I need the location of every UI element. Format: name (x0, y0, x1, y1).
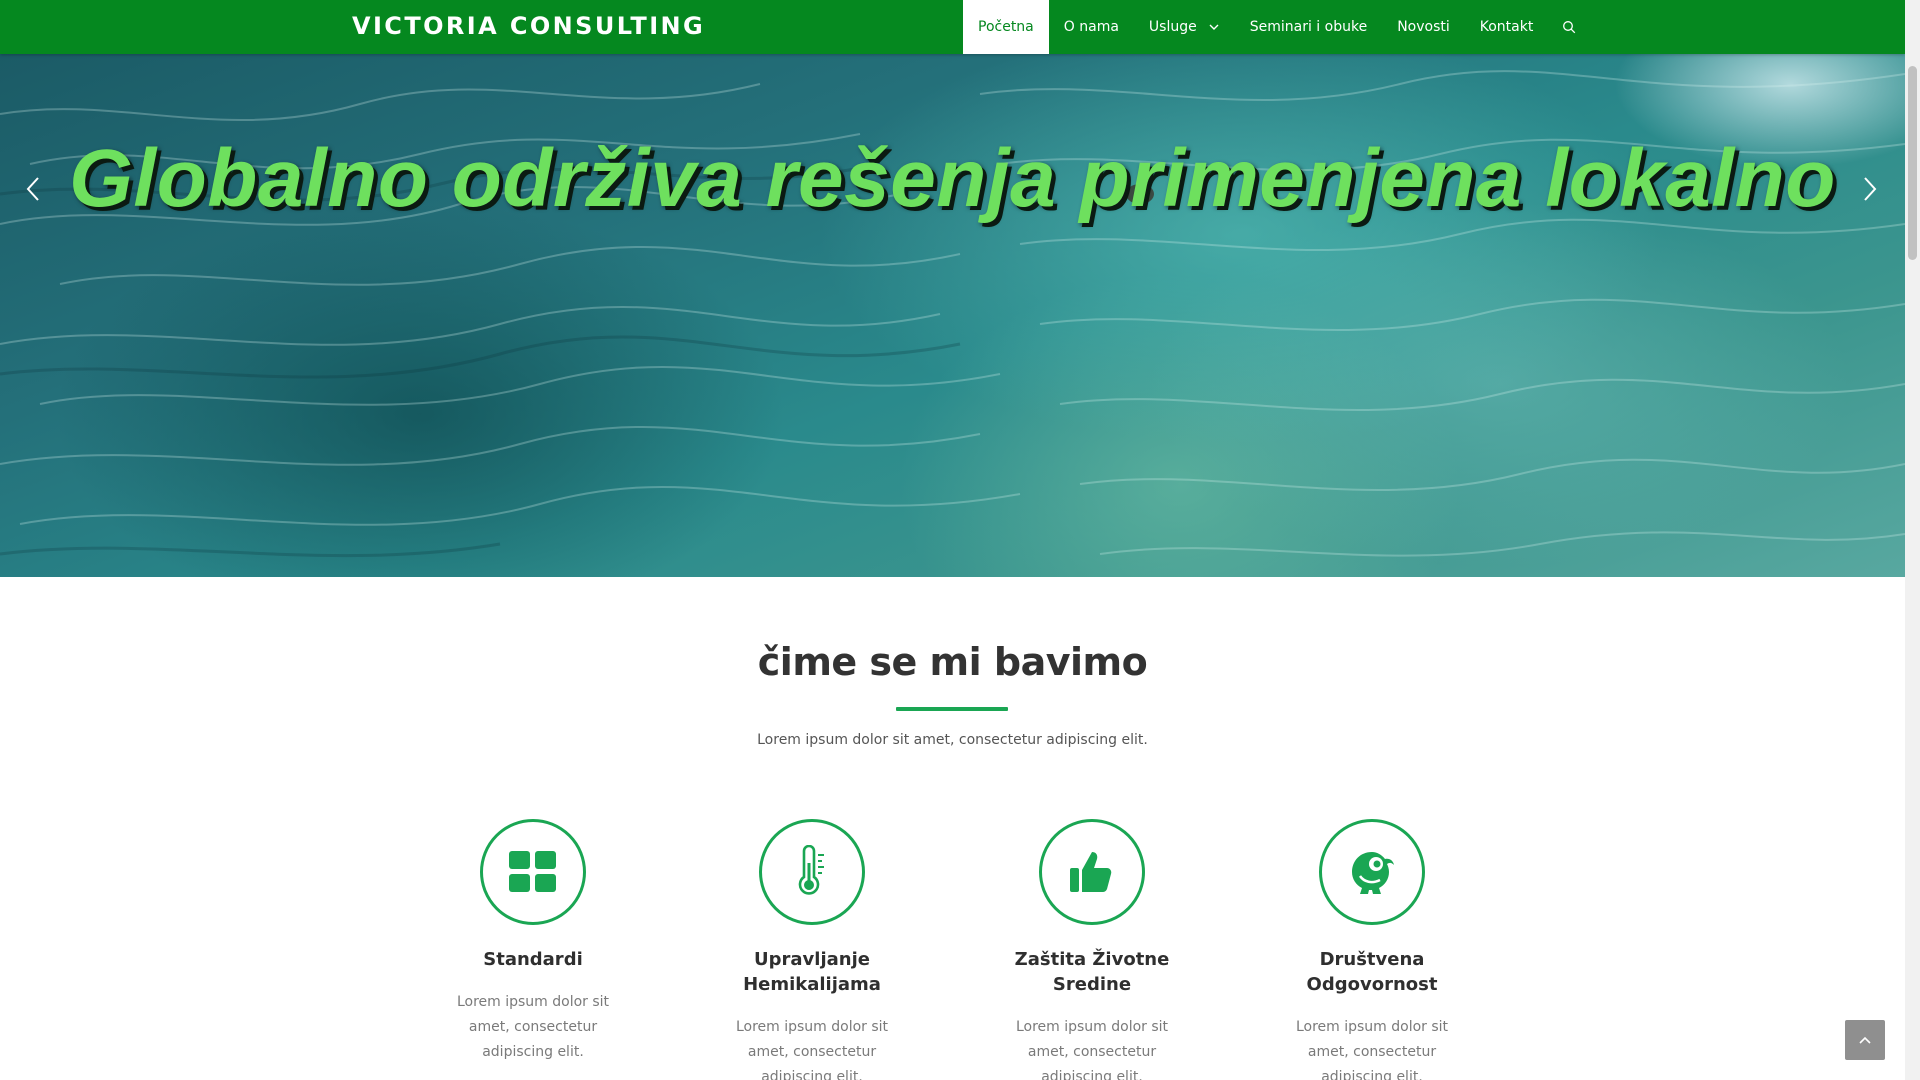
feature-text: Lorem ipsum dolor sit amet, consectetur … (1295, 1019, 1449, 1080)
back-to-top-button[interactable] (1845, 1020, 1885, 1060)
section-title: čime se mi bavimo (757, 640, 1148, 684)
nav-item-o-nama[interactable]: O nama (1049, 0, 1134, 54)
slider-next-button[interactable] (1851, 164, 1891, 214)
feature-card-standardi: Standardi Lorem ipsum dolor sit amet, co… (433, 819, 633, 1065)
feature-card-zastita: Zaštita Životne Sredine Lorem ipsum dolo… (992, 819, 1192, 1080)
feature-icon-circle[interactable] (1319, 819, 1425, 925)
chevron-left-icon (26, 177, 39, 201)
thumbs-up-icon (1070, 852, 1112, 892)
feature-title: Upravljanje Hemikalijama (743, 949, 881, 995)
nav-item-pocetna[interactable]: Početna (963, 0, 1049, 54)
nav-item-label: Kontakt (1479, 19, 1534, 35)
nav-item-kontakt[interactable]: Kontakt (1465, 0, 1549, 54)
thermometer-icon (798, 845, 824, 895)
nav-item-label: Novosti (1397, 19, 1450, 35)
scrollbar-thumb[interactable] (1908, 66, 1917, 260)
feature-icon-circle[interactable] (480, 819, 586, 925)
nav-item-seminari[interactable]: Seminari i obuke (1235, 0, 1382, 54)
search-icon (1563, 21, 1576, 34)
feature-icon-circle[interactable] (1039, 819, 1145, 925)
title-divider (896, 707, 1008, 711)
feature-title: Standardi (483, 949, 583, 970)
main-nav: Početna O nama Usluge Seminari i obuke N… (963, 0, 1590, 54)
nav-item-usluge[interactable]: Usluge (1134, 0, 1235, 54)
hero-headline: Globalno održiva rešenja primenjena loka… (69, 133, 1836, 224)
grid-icon (509, 851, 556, 892)
hero-slider: Globalno održiva rešenja primenjena loka… (0, 54, 1905, 577)
nav-item-label: Seminari i obuke (1249, 19, 1368, 35)
section-subtitle: Lorem ipsum dolor sit amet, consectetur … (757, 732, 1148, 748)
feature-title: Zaštita Životne Sredine (1014, 949, 1170, 995)
feature-card-hemikalije: Upravljanje Hemikalijama Lorem ipsum dol… (712, 819, 912, 1080)
chevron-up-icon (1859, 1036, 1871, 1044)
top-navbar: VICTORIA CONSULTING Početna O nama Uslug… (0, 0, 1905, 54)
bird-icon (1352, 852, 1394, 894)
site-logo-text[interactable]: VICTORIA CONSULTING (352, 12, 705, 40)
feature-text: Lorem ipsum dolor sit amet, consectetur … (1015, 1019, 1169, 1080)
feature-card-drustvena: Društvena Odgovornost Lorem ipsum dolor … (1272, 819, 1472, 1080)
slider-prev-button[interactable] (12, 164, 52, 214)
page-scrollbar[interactable] (1905, 0, 1920, 1080)
nav-item-label: Usluge (1148, 19, 1197, 35)
feature-text: Lorem ipsum dolor sit amet, consectetur … (735, 1019, 889, 1080)
nav-item-label: O nama (1063, 19, 1119, 35)
feature-text: Lorem ipsum dolor sit amet, consectetur … (456, 994, 610, 1060)
nav-item-label: Početna (978, 19, 1034, 35)
nav-item-novosti[interactable]: Novosti (1382, 0, 1465, 54)
feature-icon-circle[interactable] (759, 819, 865, 925)
chevron-down-icon (1209, 24, 1219, 30)
feature-title: Društvena Odgovornost (1306, 949, 1438, 995)
search-button[interactable] (1548, 0, 1590, 54)
chevron-right-icon (1864, 177, 1877, 201)
